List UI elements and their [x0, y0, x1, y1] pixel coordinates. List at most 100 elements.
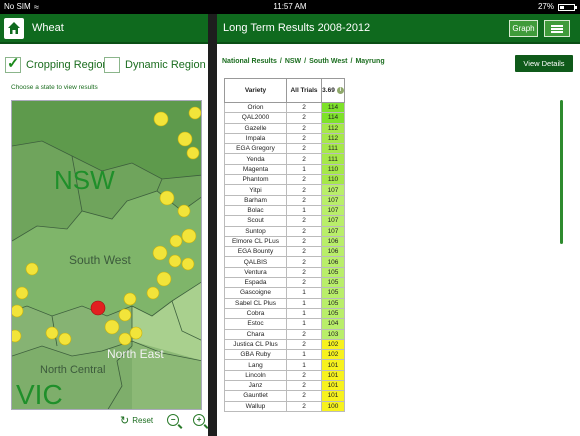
view-details-button[interactable]: View Details	[515, 55, 573, 72]
variety-cell: Barham	[224, 194, 287, 206]
variety-cell: Gauntlet	[224, 390, 287, 402]
column-header-variety[interactable]: Variety	[224, 78, 287, 103]
score-cell: 110	[321, 163, 345, 176]
variety-cell: GBA Ruby	[224, 349, 287, 361]
table-row[interactable]: Yitpi 2 107	[224, 184, 345, 196]
breadcrumb: National Results / NSW / South West / Mayrung	[222, 58, 385, 65]
trials-cell: 2	[286, 143, 322, 155]
variety-cell: Estoc	[224, 318, 287, 330]
table-row[interactable]: Barham 2 107	[224, 194, 345, 206]
score-cell: 110	[321, 174, 345, 186]
reset-button[interactable]: ↻ Reset	[120, 414, 153, 427]
table-row[interactable]: Chara 2 103	[224, 328, 345, 340]
zoom-in-button[interactable]: +	[193, 414, 206, 426]
table-row[interactable]: Lang 1 101	[224, 359, 345, 371]
variety-cell: Impala	[224, 132, 287, 145]
results-title: Long Term Results 2008-2012	[223, 22, 371, 34]
cropping-region-label: Cropping Region	[26, 59, 109, 71]
table-row[interactable]: Yenda 2 111	[224, 153, 345, 165]
breadcrumb-state[interactable]: NSW	[285, 58, 301, 65]
score-cell: 106	[321, 246, 345, 258]
table-row[interactable]: Gauntlet 2 101	[224, 390, 345, 402]
variety-cell: Yitpi	[224, 184, 287, 196]
table-row[interactable]: Espada 2 105	[224, 277, 345, 289]
table-row[interactable]: Orion 2 114	[224, 101, 345, 114]
score-cell: 101	[321, 359, 345, 371]
breadcrumb-national[interactable]: National Results	[222, 58, 277, 65]
table-row[interactable]: Elmore CL PLus 2 106	[224, 235, 345, 248]
score-cell: 111	[321, 143, 345, 155]
breadcrumb-separator: /	[304, 58, 307, 65]
table-row[interactable]: Impala 2 112	[224, 132, 345, 145]
table-row[interactable]: GBA Ruby 1 102	[224, 349, 345, 361]
variety-cell: Janz	[224, 380, 287, 392]
table-row[interactable]: Ventura 2 105	[224, 266, 345, 279]
table-row[interactable]: Cobra 1 105	[224, 307, 345, 320]
column-header-trials[interactable]: All Trials	[286, 78, 322, 103]
table-row[interactable]: EGA Gregory 2 111	[224, 143, 345, 155]
region-map[interactable]: NSW South West North East North Central …	[11, 100, 202, 410]
scrollbar[interactable]	[560, 100, 563, 244]
score-cell: 104	[321, 318, 345, 330]
map-label-nsw: NSW	[54, 165, 115, 195]
table-row[interactable]: Lincoln 2 101	[224, 369, 345, 382]
dynamic-region-checkbox[interactable]	[104, 57, 120, 73]
zoom-out-button[interactable]: −	[167, 414, 180, 426]
score-cell: 107	[321, 184, 345, 196]
score-cell: 103	[321, 328, 345, 340]
variety-cell: QALBIS	[224, 256, 287, 268]
selected-site-marker[interactable]	[90, 300, 106, 316]
table-row[interactable]: Wallup 2 100	[224, 400, 345, 412]
table-row[interactable]: Sabel CL Plus 1 105	[224, 297, 345, 309]
menu-button[interactable]	[544, 20, 570, 37]
table-row[interactable]: QAL2000 2 114	[224, 112, 345, 124]
graph-button[interactable]: Graph	[509, 20, 538, 37]
table-row[interactable]: Gascoigne 1 105	[224, 287, 345, 299]
zoom-out-icon: −	[170, 415, 176, 424]
table-row[interactable]: Scout 2 107	[224, 215, 345, 227]
dynamic-region-toggle[interactable]: Dynamic Region	[104, 56, 206, 74]
map-controls: ↻ Reset − +	[120, 412, 206, 428]
info-icon[interactable]: i	[336, 87, 344, 94]
cropping-region-checkbox[interactable]: ✓	[5, 55, 21, 73]
table-row[interactable]: Gazelle 2 112	[224, 122, 345, 134]
variety-cell: Phantom	[224, 174, 287, 186]
table-row[interactable]: Suntop 2 107	[224, 225, 345, 237]
table-row[interactable]: QALBIS 2 106	[224, 256, 345, 268]
breadcrumb-region[interactable]: South West	[309, 58, 347, 65]
score-cell: 114	[321, 112, 345, 124]
table-row[interactable]: Bolac 1 107	[224, 204, 345, 217]
table-row[interactable]: Janz 2 101	[224, 380, 345, 392]
map-label-vic: VIC	[16, 379, 63, 410]
table-row[interactable]: Justica CL Plus 2 102	[224, 338, 345, 351]
table-row[interactable]: Phantom 2 110	[224, 174, 345, 186]
table-row[interactable]: EGA Bounty 2 106	[224, 246, 345, 258]
home-button[interactable]	[4, 18, 24, 39]
home-icon	[8, 22, 20, 34]
battery-icon	[558, 4, 577, 11]
trials-cell: 2	[286, 400, 322, 412]
menu-icon-line	[551, 28, 563, 30]
score-cell: 105	[321, 277, 345, 289]
reset-label: Reset	[132, 415, 154, 425]
score-cell: 101	[321, 380, 345, 392]
variety-cell: Bolac	[224, 204, 287, 217]
breadcrumb-separator: /	[279, 58, 282, 65]
table-body: Orion 2 114 QAL2000 2 114 Gazelle 2 112 Impala 2 11…	[224, 101, 345, 412]
table-row[interactable]: Estoc 1 104	[224, 318, 345, 330]
trials-cell: 2	[286, 215, 322, 227]
variety-cell: Lincoln	[224, 369, 287, 382]
menu-icon	[551, 25, 563, 27]
variety-cell: Ventura	[224, 266, 287, 279]
score-cell: 114	[321, 101, 345, 114]
table-row[interactable]: Magenta 1 110	[224, 163, 345, 176]
breadcrumb-site[interactable]: Mayrung	[355, 58, 384, 65]
column-header-score[interactable]: 3.69 i	[321, 78, 345, 103]
variety-cell: Lang	[224, 359, 287, 371]
variety-cell: Wallup	[224, 400, 287, 412]
trials-cell: 2	[286, 184, 322, 196]
cropping-region-toggle[interactable]: ✓ Cropping Region	[5, 55, 109, 74]
map-graphic: NSW South West North East North Central …	[12, 101, 201, 410]
left-header: Wheat	[0, 14, 208, 44]
score-cell: 101	[321, 369, 345, 382]
